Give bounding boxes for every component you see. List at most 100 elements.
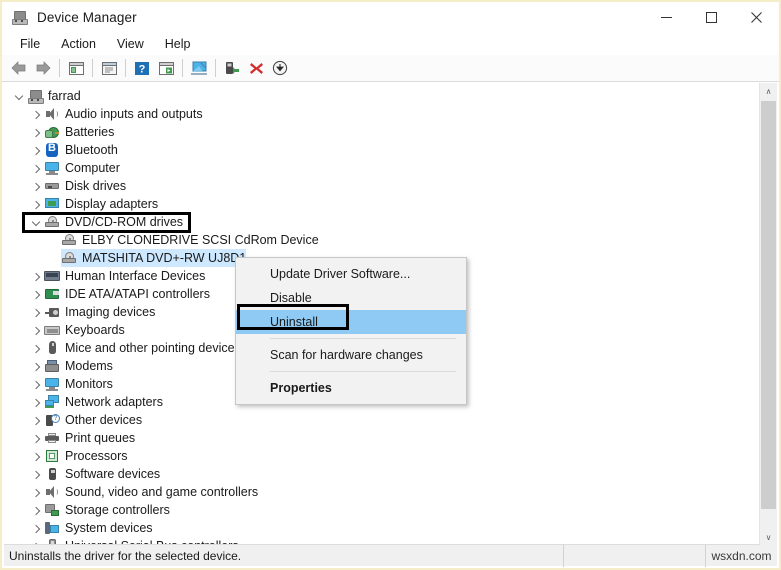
action-menu-button[interactable] <box>154 57 178 80</box>
menu-view[interactable]: View <box>108 35 153 53</box>
chevron-right-glyph <box>32 362 41 371</box>
tree-row-label: Audio inputs and outputs <box>65 107 203 121</box>
tree-row[interactable]: Print queues <box>4 429 760 447</box>
dvd-drive-icon <box>61 232 77 248</box>
menu-file[interactable]: File <box>11 35 49 53</box>
tree-row[interactable]: System devices <box>4 519 760 537</box>
tree-row-label: Sound, video and game controllers <box>65 485 259 499</box>
tree-row-label: Bluetooth <box>65 143 118 157</box>
title-bar: Device Manager <box>2 2 779 33</box>
properties-button[interactable] <box>97 57 121 80</box>
chevron-right-icon[interactable] <box>28 159 44 177</box>
chevron-right-icon[interactable] <box>28 105 44 123</box>
tree-row-label: farrad <box>48 89 81 103</box>
context-menu-item-disable[interactable]: Disable <box>236 286 466 310</box>
chevron-right-glyph <box>32 416 41 425</box>
chevron-right-icon[interactable] <box>28 141 44 159</box>
tree-row[interactable]: Audio inputs and outputs <box>4 105 760 123</box>
tree-row[interactable]: Computer <box>4 159 760 177</box>
chevron-right-icon[interactable] <box>28 519 44 537</box>
tree-row[interactable]: Sound, video and game controllers <box>4 483 760 501</box>
chevron-right-icon[interactable] <box>28 177 44 195</box>
chevron-right-icon[interactable] <box>28 195 44 213</box>
scroll-down-arrow-icon[interactable]: ∨ <box>760 529 777 546</box>
update-driver-button[interactable] <box>220 57 244 80</box>
show-hide-console-tree-button[interactable] <box>64 57 88 80</box>
svg-text:?: ? <box>139 63 146 75</box>
monitor-icon <box>44 376 60 392</box>
tree-row-label: Computer <box>65 161 120 175</box>
chevron-right-icon[interactable] <box>28 357 44 375</box>
disable-device-button[interactable] <box>268 57 292 80</box>
chevron-right-icon[interactable] <box>28 267 44 285</box>
context-menu-item-update-driver-software[interactable]: Update Driver Software... <box>236 262 466 286</box>
toolbar: ? <box>2 55 779 82</box>
menu-help[interactable]: Help <box>156 35 200 53</box>
tree-row[interactable]: ? Other devices <box>4 411 760 429</box>
bluetooth-icon <box>44 142 60 158</box>
tree-row-label: Human Interface Devices <box>65 269 206 283</box>
tree-row-label: Print queues <box>65 431 136 445</box>
context-menu-item-scan-for-hardware-changes[interactable]: Scan for hardware changes <box>236 343 466 367</box>
chevron-right-glyph <box>32 398 41 407</box>
monitor-icon <box>44 160 60 176</box>
tree-row[interactable]: Disk drives <box>4 177 760 195</box>
context-menu-item-uninstall[interactable]: Uninstall <box>236 310 466 334</box>
scrollbar-thumb[interactable] <box>761 101 776 509</box>
chevron-right-icon[interactable] <box>28 123 44 141</box>
chevron-right-glyph <box>32 434 41 443</box>
software-device-icon <box>44 466 60 482</box>
chevron-right-icon[interactable] <box>28 321 44 339</box>
close-button[interactable] <box>734 2 779 33</box>
forward-button[interactable] <box>31 57 55 80</box>
scan-hardware-changes-button[interactable] <box>187 57 211 80</box>
back-button[interactable] <box>7 57 31 80</box>
tree-row[interactable]: Batteries <box>4 123 760 141</box>
chevron-right-icon[interactable] <box>28 501 44 519</box>
status-middle-segment <box>564 544 706 567</box>
menu-action[interactable]: Action <box>52 35 105 53</box>
chevron-right-icon[interactable] <box>28 375 44 393</box>
tree-row[interactable]: Processors <box>4 447 760 465</box>
context-menu-separator <box>270 371 456 372</box>
vertical-scrollbar[interactable]: ∧ ∨ <box>759 83 777 546</box>
chevron-right-icon[interactable] <box>28 303 44 321</box>
context-menu-item-properties[interactable]: Properties <box>236 376 466 400</box>
scroll-up-arrow-icon[interactable]: ∧ <box>760 83 777 100</box>
tree-row[interactable]: Software devices <box>4 465 760 483</box>
keyboard-icon <box>44 322 60 338</box>
chevron-right-icon[interactable] <box>28 339 44 357</box>
tree-row[interactable]: Bluetooth <box>4 141 760 159</box>
display-adapter-icon <box>44 196 60 212</box>
uninstall-device-button[interactable] <box>244 57 268 80</box>
computer-node-icon <box>27 88 44 104</box>
chevron-right-icon[interactable] <box>28 465 44 483</box>
help-button[interactable]: ? <box>130 57 154 80</box>
tree-row[interactable]: farrad <box>4 87 760 105</box>
context-menu[interactable]: Update Driver Software... Disable Uninstal… <box>235 257 467 405</box>
chevron-right-glyph <box>32 452 41 461</box>
chevron-right-icon[interactable] <box>28 429 44 447</box>
tree-row[interactable]: Storage controllers <box>4 501 760 519</box>
mouse-icon <box>44 340 60 356</box>
watermark: wsxdn.com <box>711 548 772 563</box>
chevron-right-icon[interactable] <box>28 393 44 411</box>
chevron-right-glyph <box>32 110 41 119</box>
chevron-down-icon[interactable] <box>28 213 44 231</box>
chevron-down-icon[interactable] <box>11 87 27 105</box>
chevron-right-icon[interactable] <box>28 483 44 501</box>
chevron-right-glyph <box>32 470 41 479</box>
chevron-right-icon[interactable] <box>28 447 44 465</box>
tree-row[interactable]: Display adapters <box>4 195 760 213</box>
chevron-right-glyph <box>32 380 41 389</box>
storage-controller-icon <box>44 502 60 518</box>
tree-row[interactable]: DVD/CD-ROM drives <box>4 213 760 231</box>
tree-row[interactable]: ELBY CLONEDRIVE SCSI CdRom Device <box>4 231 760 249</box>
chevron-right-icon[interactable] <box>28 411 44 429</box>
chevron-right-glyph <box>32 182 41 191</box>
chevron-right-icon[interactable] <box>28 285 44 303</box>
window-title: Device Manager <box>37 10 137 25</box>
minimize-button[interactable] <box>644 2 689 33</box>
maximize-button[interactable] <box>689 2 734 33</box>
imaging-device-icon <box>44 304 60 320</box>
